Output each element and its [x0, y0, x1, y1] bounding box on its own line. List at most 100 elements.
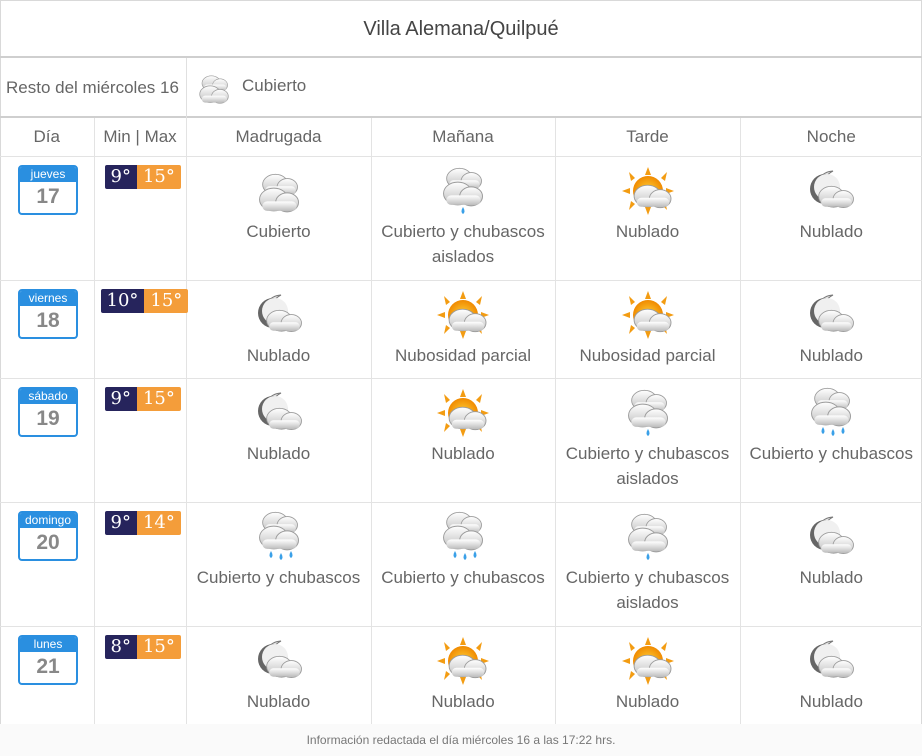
- day-number: 18: [36, 308, 60, 332]
- min-temp: 9°: [104, 386, 137, 411]
- location-title: Villa Alemana/Quilpué: [0, 0, 922, 58]
- header-manana: Mañana: [371, 118, 556, 157]
- period-forecast: Nublado: [186, 280, 372, 379]
- max-temp: 15°: [136, 164, 181, 189]
- min-temp: 8°: [104, 634, 137, 659]
- sun-cloud-icon: [618, 165, 678, 217]
- sun-cloud-icon: [433, 635, 493, 687]
- cloud-icon: [192, 68, 236, 108]
- period-forecast: Cubierto y chubascos aislados: [555, 502, 741, 627]
- day-number: 17: [36, 184, 60, 208]
- period-forecast: Nublado: [371, 378, 556, 503]
- day-cell: lunes 21: [0, 626, 95, 725]
- period-forecast: Nublado: [186, 378, 372, 503]
- period-condition: Cubierto y chubascos: [749, 443, 913, 463]
- max-temp: 14°: [136, 510, 181, 535]
- sun-cloud-icon: [618, 289, 678, 341]
- calendar-icon: domingo 20: [18, 510, 78, 561]
- moon-cloud-icon: [801, 635, 861, 687]
- period-condition: Cubierto y chubascos: [196, 567, 361, 587]
- current-divider: [186, 58, 187, 118]
- period-forecast: Nublado: [371, 626, 556, 725]
- weekday-label: viernes: [20, 290, 76, 306]
- cloud-rain-icon: [249, 511, 309, 563]
- period-condition: Nublado: [431, 691, 495, 711]
- min-temp: 9°: [104, 510, 137, 535]
- period-forecast: Nublado: [740, 280, 922, 379]
- temp-range: 10° 15°: [100, 288, 189, 313]
- forecast-row: sábado 19 9° 15° Nublado Nublado Cubierto y ch…: [0, 378, 922, 503]
- day-cell: domingo 20: [0, 502, 95, 627]
- period-condition: Nublado: [431, 443, 495, 463]
- period-forecast: Cubierto y chubascos: [371, 502, 556, 627]
- moon-cloud-icon: [249, 289, 309, 341]
- current-period-label: Resto del miércoles 16: [6, 78, 179, 97]
- period-forecast: Nublado: [740, 626, 922, 725]
- update-footer: Información redactada el día miércoles 1…: [0, 724, 922, 756]
- period-forecast: Nubosidad parcial: [555, 280, 741, 379]
- header-madrugada: Madrugada: [186, 118, 372, 157]
- period-forecast: Nublado: [740, 156, 922, 281]
- max-temp: 15°: [144, 288, 189, 313]
- period-condition: Nublado: [246, 345, 311, 365]
- period-condition: Cubierto y chubascos aislados: [565, 567, 730, 612]
- temp-cell: 9° 14°: [94, 502, 187, 627]
- period-condition: Nublado: [799, 345, 863, 365]
- forecast-row: viernes 18 10° 15° Nublado Nubosidad parcial N…: [0, 280, 922, 379]
- min-temp: 9°: [104, 164, 137, 189]
- period-forecast: Cubierto y chubascos: [186, 502, 372, 627]
- moon-cloud-icon: [249, 635, 309, 687]
- period-condition: Nublado: [799, 691, 863, 711]
- period-condition: Nublado: [246, 691, 311, 711]
- current-forecast-row: Resto del miércoles 16 Cubierto: [0, 58, 922, 118]
- cloud-rain-icon: [801, 387, 861, 439]
- sun-cloud-icon: [433, 387, 493, 439]
- moon-cloud-icon: [801, 165, 861, 217]
- period-forecast: Cubierto y chubascos aislados: [555, 378, 741, 503]
- forecast-table: Día Min | Max Madrugada Mañana Tarde Noc…: [0, 118, 922, 725]
- weekday-label: domingo: [20, 512, 76, 528]
- temp-range: 9° 14°: [104, 510, 181, 535]
- temp-range: 8° 15°: [104, 634, 181, 659]
- sun-cloud-icon: [433, 289, 493, 341]
- temp-cell: 8° 15°: [94, 626, 187, 725]
- period-condition: Nubosidad parcial: [579, 345, 716, 365]
- period-condition: Cubierto: [246, 221, 311, 241]
- period-condition: Nublado: [799, 221, 863, 241]
- table-header-row: Día Min | Max Madrugada Mañana Tarde Noc…: [0, 118, 922, 157]
- period-condition: Nubosidad parcial: [394, 345, 532, 365]
- period-forecast: Cubierto: [186, 156, 372, 281]
- header-day: Día: [0, 118, 95, 157]
- current-condition: Cubierto: [242, 76, 307, 95]
- period-forecast: Nubosidad parcial: [371, 280, 556, 379]
- temp-cell: 10° 15°: [94, 280, 189, 379]
- weekday-label: sábado: [20, 388, 76, 404]
- cloud-drizzle-icon: [618, 387, 678, 439]
- calendar-icon: jueves 17: [18, 164, 78, 215]
- period-forecast: Nublado: [555, 156, 741, 281]
- min-temp: 10°: [100, 288, 145, 313]
- calendar-icon: lunes 21: [18, 634, 78, 685]
- forecast-row: domingo 20 9° 14° Cubierto y chubascos Cubier…: [0, 502, 922, 627]
- period-forecast: Cubierto y chubascos aislados: [371, 156, 556, 281]
- period-condition: Nublado: [799, 567, 863, 587]
- forecast-row: jueves 17 9° 15° Cubierto Cubierto y chubasco…: [0, 156, 922, 281]
- header-noche: Noche: [740, 118, 922, 157]
- moon-cloud-icon: [249, 387, 309, 439]
- forecast-row: lunes 21 8° 15° Nublado Nublado Nublado Nublado: [0, 626, 922, 725]
- day-cell: sábado 19: [0, 378, 95, 503]
- weekday-label: lunes: [20, 636, 76, 652]
- temp-range: 9° 15°: [104, 164, 181, 189]
- cloud-drizzle-icon: [433, 165, 493, 217]
- weekday-label: jueves: [20, 166, 76, 182]
- period-condition: Nublado: [615, 691, 680, 711]
- max-temp: 15°: [136, 634, 181, 659]
- day-number: 19: [36, 406, 60, 430]
- calendar-icon: sábado 19: [18, 386, 78, 437]
- period-condition: Cubierto y chubascos aislados: [565, 443, 730, 488]
- period-forecast: Nublado: [186, 626, 372, 725]
- moon-cloud-icon: [801, 511, 861, 563]
- period-forecast: Nublado: [555, 626, 741, 725]
- period-condition: Nublado: [246, 443, 311, 463]
- max-temp: 15°: [136, 386, 181, 411]
